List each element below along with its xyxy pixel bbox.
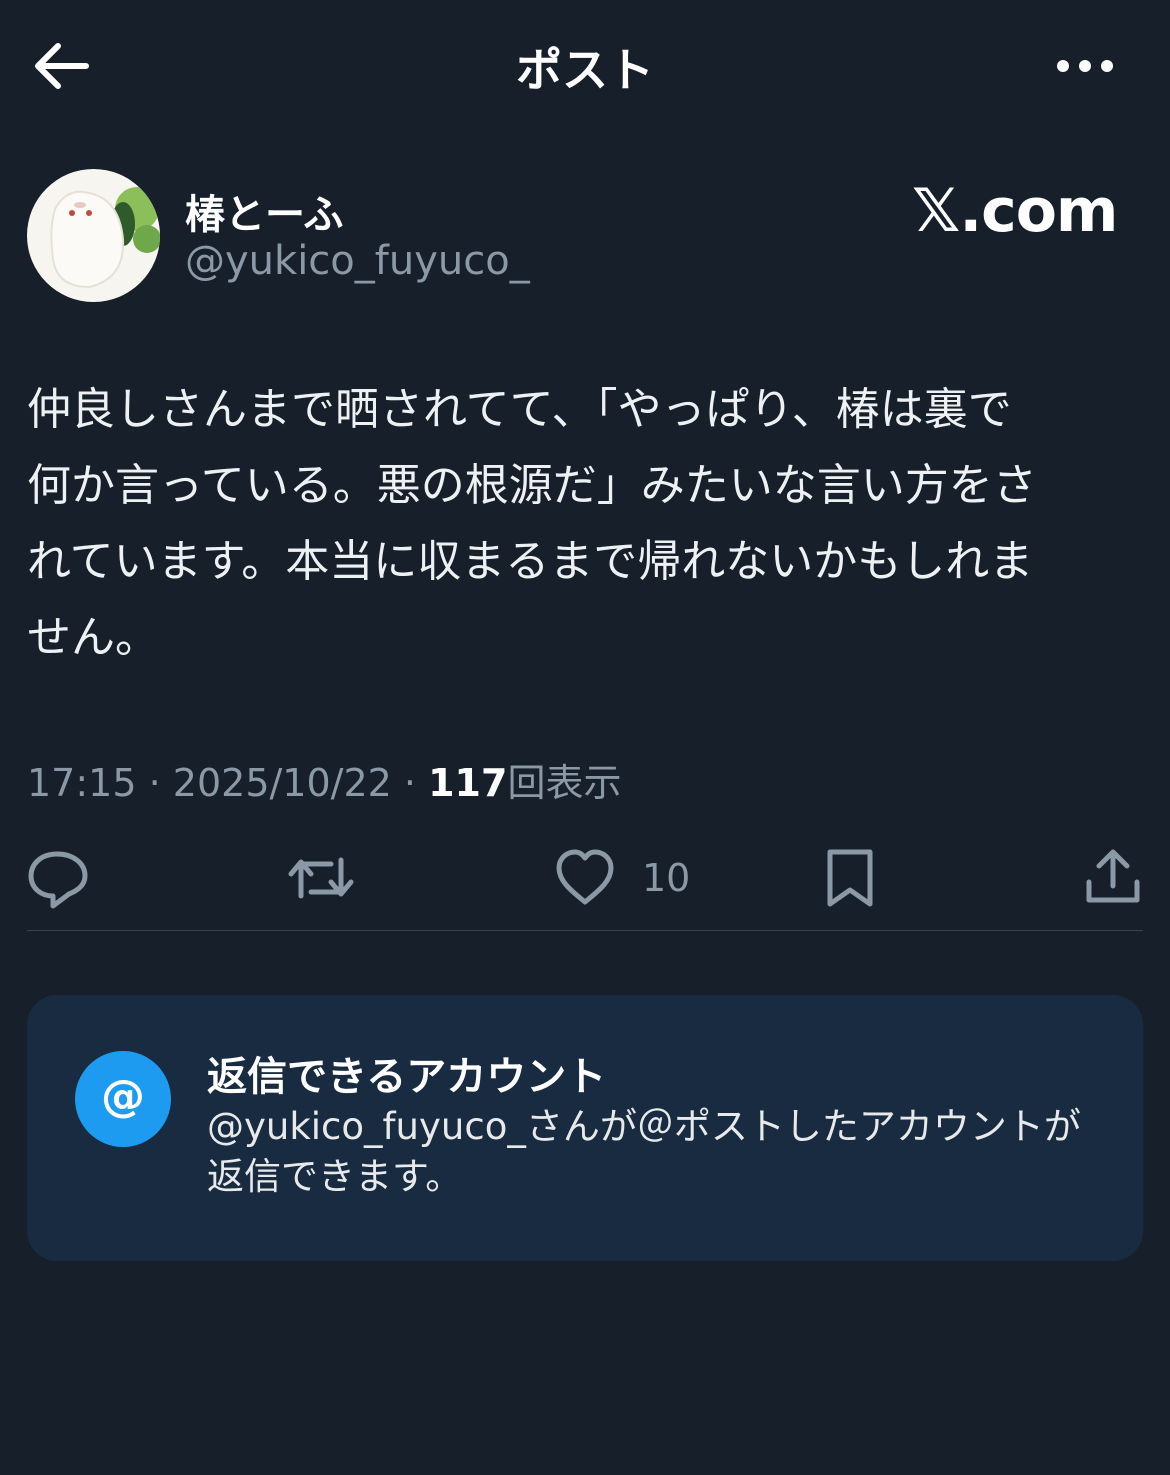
x-watermark: 𝕏.com (912, 176, 1118, 246)
bookmark-icon (827, 849, 873, 907)
more-options-button[interactable] (1052, 50, 1118, 82)
divider (27, 930, 1143, 931)
reply-button[interactable] (27, 846, 89, 910)
avatar[interactable] (27, 169, 160, 302)
repost-button[interactable] (287, 846, 355, 910)
reply-restriction-description: @yukico_fuyuco_さんが＠ポストしたアカウントが返信できます。 (207, 1105, 1081, 1198)
author-display-name[interactable]: 椿とーふ (185, 182, 343, 240)
views-label: 回表示 (507, 761, 622, 805)
like-button[interactable] (555, 846, 615, 910)
reply-restriction-title: 返信できるアカウント (207, 1054, 607, 1100)
reply-icon (28, 851, 88, 909)
post-time: 17:15 (27, 761, 137, 805)
more-horizontal-icon (1057, 60, 1113, 72)
at-sign-icon: @ (75, 1051, 171, 1147)
post-date: 2025/10/22 (172, 761, 392, 805)
meta-separator: · (148, 761, 161, 805)
share-button[interactable] (1085, 846, 1141, 910)
bookmark-button[interactable] (824, 846, 876, 910)
heart-icon (556, 849, 614, 905)
author-handle[interactable]: @yukico_fuyuco_ (185, 238, 530, 284)
like-count: 10 (642, 856, 691, 900)
repost-icon (288, 857, 354, 899)
page-title: ポスト (516, 43, 654, 97)
views-count[interactable]: 117 (428, 761, 507, 805)
meta-separator: · (403, 761, 417, 805)
post-meta: 17:15 · 2025/10/22 · 117回表示 (27, 752, 621, 807)
post-text: 仲良しさんまで晒されてて、「やっぱり、椿は裏で 何か言っている。悪の根源だ」みた… (27, 384, 1037, 663)
share-icon (1086, 849, 1140, 903)
